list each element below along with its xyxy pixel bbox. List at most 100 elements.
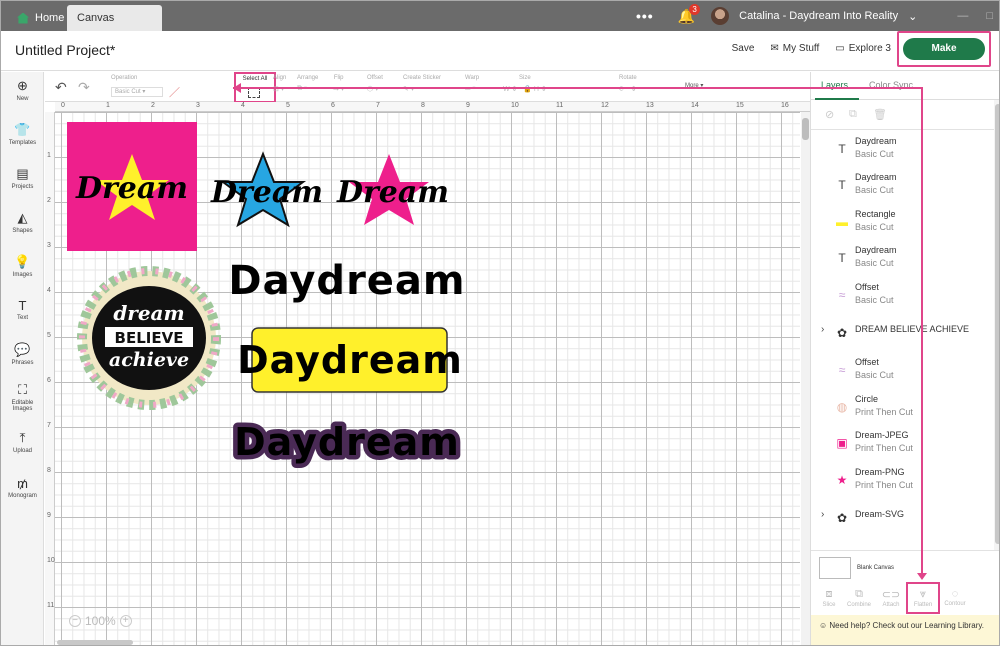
offset-tool[interactable]: Offset ⬡ ▾ <box>367 75 383 93</box>
canvas-horizontal-scroll-thumb[interactable] <box>57 640 133 645</box>
dream-believe-achieve-circle[interactable]: dream BELIEVE achieve <box>77 266 221 410</box>
arrange-tool[interactable]: Arrange⧉ ▾ <box>297 75 318 93</box>
layer-name: DREAM BELIEVE ACHIEVE <box>855 324 970 334</box>
dream-jpeg-image[interactable]: Dream <box>67 122 197 251</box>
canvas-vertical-scrollbar[interactable] <box>801 112 810 645</box>
layer-type: Print Then Cut <box>855 443 913 453</box>
layer-name: Daydream <box>855 245 897 255</box>
layer-item[interactable]: › ✿ DREAM BELIEVE ACHIEVE <box>811 316 994 352</box>
duplicate-icon[interactable]: ⧉ <box>849 108 857 121</box>
blank-canvas-swatch[interactable] <box>819 557 851 579</box>
rotate-tool[interactable]: Rotate ⟳ ⇕ <box>619 75 637 93</box>
pen-icon[interactable]: ／ <box>169 84 180 100</box>
panel-scrollbar[interactable] <box>994 100 999 550</box>
contour-button[interactable]: ◌ Contour <box>941 588 969 607</box>
slice-button[interactable]: ⧈ Slice <box>815 588 843 608</box>
layer-type: Basic Cut <box>855 149 894 159</box>
layer-item[interactable]: ★ Dream-PNG Print Then Cut <box>811 463 994 499</box>
user-name[interactable]: Catalina - Daydream Into Reality <box>739 10 898 22</box>
daydream-offset[interactable]: Daydream Daydream <box>230 416 464 469</box>
size-label: Size <box>519 75 531 81</box>
align-tool[interactable]: Align ⊟ ▾ <box>273 75 286 93</box>
sidebar-item-upload[interactable]: ⤒ Upload <box>1 430 44 454</box>
project-title[interactable]: Untitled Project* <box>15 42 115 58</box>
circle-icon: ◍ <box>836 400 848 414</box>
attach-button[interactable]: ⊂⊃ Attach <box>877 588 905 608</box>
sidebar-item-templates[interactable]: 👕 Templates <box>1 122 44 146</box>
layer-item[interactable]: › ✿ Dream-SVG <box>811 501 994 537</box>
dream-svg-image[interactable]: Dream <box>210 151 323 228</box>
chevron-down-icon[interactable]: ⌄ <box>908 10 917 23</box>
maximize-icon[interactable]: □ <box>986 10 993 22</box>
operation-select[interactable]: Basic Cut ▾ <box>111 87 163 97</box>
editable-icon: ⛶ <box>17 382 28 397</box>
sidebar-item-projects[interactable]: ▤ Projects <box>1 166 44 190</box>
dream-png-image[interactable]: Dream <box>336 154 449 225</box>
attach-icon: ⊂⊃ <box>881 589 901 601</box>
tab-home-label: Home <box>35 12 65 24</box>
size-tool[interactable]: Size W ⇕ 🔒 H ⇕ <box>503 75 547 93</box>
warp-tool[interactable]: Warp⌓ ▾ <box>465 75 479 93</box>
layer-item[interactable]: ▣ Dream-JPEG Print Then Cut <box>811 426 994 462</box>
sidebar-item-monogram[interactable]: ₥ Monogram <box>1 476 44 499</box>
layers-panel: Layers Color Sync ⊘ ⧉ 🗑 T Daydream Basic C… <box>810 72 999 645</box>
tab-home[interactable]: Home <box>7 5 74 31</box>
undo-icon[interactable]: ↶ <box>55 79 67 96</box>
sidebar-item-new[interactable]: ⊕ New <box>1 78 44 102</box>
make-button[interactable]: Make <box>903 38 985 60</box>
more-options-icon[interactable]: ••• <box>636 8 654 24</box>
panel-scroll-thumb[interactable] <box>995 104 999 544</box>
envelope-icon: ✉ <box>770 43 779 54</box>
layer-list: T Daydream Basic Cut T Daydream Basic Cut ▬ Rec… <box>811 132 994 612</box>
bell-icon[interactable]: 🔔 3 <box>678 3 701 25</box>
layer-type: Print Then Cut <box>855 480 913 490</box>
layer-item[interactable]: ≈ Offset Basic Cut <box>811 278 994 314</box>
sidebar-item-images[interactable]: 💡 Images <box>1 254 44 278</box>
text-icon: T <box>838 251 846 265</box>
upload-icon: ⤒ <box>19 430 26 445</box>
layer-item[interactable]: ≈ Offset Basic Cut <box>811 353 994 389</box>
zoom-out-icon[interactable]: − <box>69 615 81 627</box>
warp-label: Warp <box>465 75 480 81</box>
combine-button[interactable]: ⧉ Combine <box>845 588 873 608</box>
layer-item[interactable]: T Daydream Basic Cut <box>811 241 994 277</box>
my-stuff-label: My Stuff <box>782 43 820 54</box>
help-banner[interactable]: ☺ Need help? Check out our Learning Libr… <box>811 615 999 645</box>
sidebar-item-shapes[interactable]: ◭ Shapes <box>1 210 44 234</box>
arrange-label: Arrange <box>297 75 319 81</box>
zoom-in-icon[interactable]: + <box>119 615 132 627</box>
minimize-icon[interactable]: — <box>957 10 968 22</box>
image-icon: ▣ <box>836 436 848 450</box>
flip-tool[interactable]: Flip ⇋ ▾ <box>333 75 344 93</box>
my-stuff-button[interactable]: ✉ My Stuff <box>770 43 819 54</box>
delete-icon[interactable]: 🗑 <box>873 108 887 121</box>
sidebar-item-phrases[interactable]: 💬 Phrases <box>1 342 44 366</box>
hide-icon[interactable]: ⊘ <box>825 108 834 121</box>
contour-icon: ◌ <box>951 588 959 600</box>
tab-canvas[interactable]: Canvas <box>67 5 162 31</box>
chevron-right-icon[interactable]: › <box>821 324 824 335</box>
machine-button[interactable]: ▭ Explore 3 <box>835 43 891 54</box>
slice-label: Slice <box>822 602 836 608</box>
help-text: Need help? Check out our Learning Librar… <box>829 621 985 630</box>
chevron-right-icon[interactable]: › <box>821 509 824 520</box>
create-sticker-tool[interactable]: Create Sticker ✎ ▾ <box>403 75 441 93</box>
redo-icon[interactable]: ↷ <box>78 79 90 96</box>
vertical-scroll-thumb[interactable] <box>802 118 809 140</box>
sidebar-item-text[interactable]: T Text <box>1 298 44 321</box>
avatar[interactable] <box>711 7 730 25</box>
blank-canvas-row[interactable]: Blank Canvas <box>811 550 999 582</box>
daydream-yellow-rectangle[interactable]: Daydream <box>237 327 463 393</box>
layer-item[interactable]: ▬ Rectangle Basic Cut <box>811 205 994 241</box>
text-icon: T <box>18 298 27 313</box>
daydream-text-yellow: Daydream <box>237 338 463 382</box>
layer-item[interactable]: ◍ Circle Print Then Cut <box>811 390 994 426</box>
tab-canvas-label: Canvas <box>77 12 115 24</box>
save-button[interactable]: Save <box>732 43 755 54</box>
design-canvas[interactable]: 0 1 2 3 4 5 6 7 8 9 10 11 12 13 14 15 16 1 2 3 4 5 6 7 8 9 10 11 D… <box>45 102 810 645</box>
save-label: Save <box>731 43 755 54</box>
layer-item[interactable]: T Daydream Basic Cut <box>811 168 994 204</box>
layer-item[interactable]: T Daydream Basic Cut <box>811 132 994 168</box>
daydream-text-plain[interactable]: Daydream <box>228 258 465 304</box>
sidebar-item-editable-images[interactable]: ⛶ Editable Images <box>1 382 44 412</box>
